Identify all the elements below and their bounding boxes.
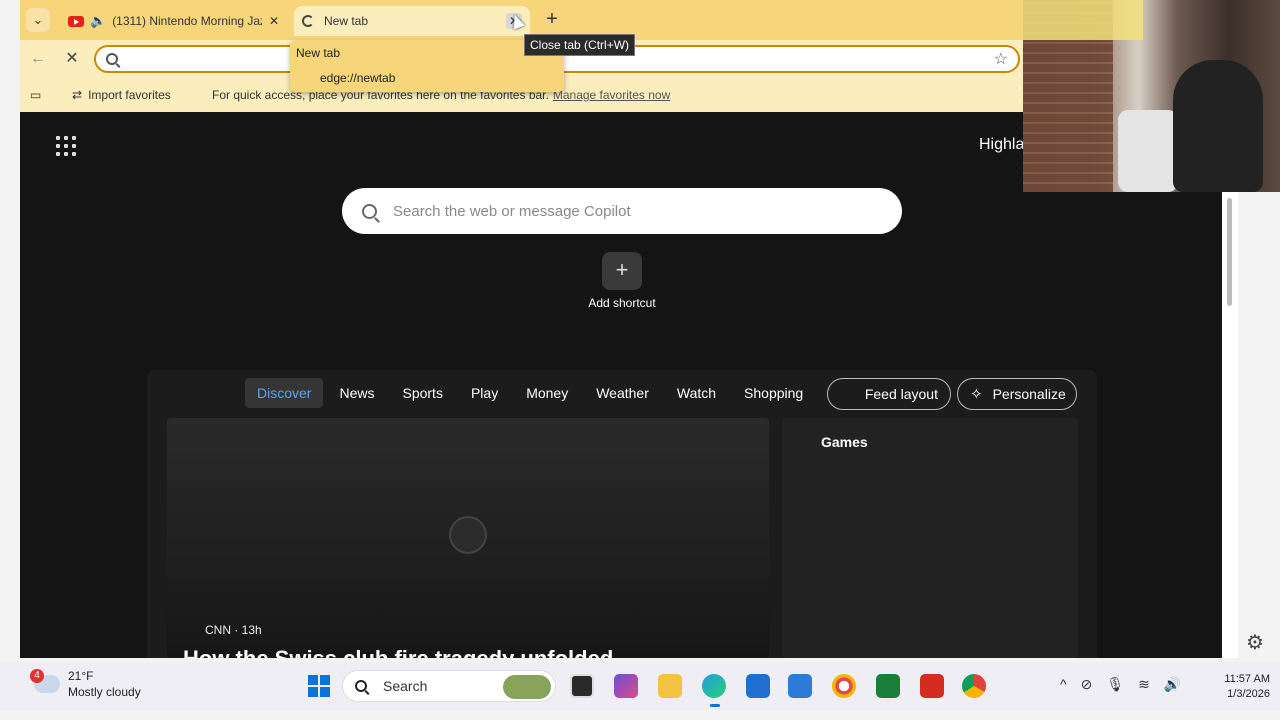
feed-tab-money[interactable]: Money <box>514 378 580 408</box>
personalize-label: Personalize <box>992 386 1066 402</box>
page-settings-gear-icon[interactable]: ⚙ <box>1246 630 1264 655</box>
clock-time: 11:57 AM <box>1224 673 1270 685</box>
paint-icon[interactable] <box>832 674 856 698</box>
hover-card-title: New tab <box>296 46 341 60</box>
loading-spinner-icon <box>302 15 314 27</box>
feed-tab-discover[interactable]: Discover <box>245 378 324 408</box>
search-icon <box>362 203 377 219</box>
profile-name[interactable]: Highla <box>979 136 1024 154</box>
scrollbar-thumb[interactable] <box>1227 198 1232 306</box>
import-favorites-button[interactable]: ⇄ Import favorites <box>72 88 171 102</box>
page-scrollbar[interactable] <box>1222 192 1238 658</box>
close-tab-icon[interactable]: ✕ <box>266 13 282 29</box>
web-search-input[interactable] <box>393 202 882 220</box>
feed-tab-weather[interactable]: Weather <box>584 378 661 408</box>
microsoft-store-icon[interactable] <box>746 674 770 698</box>
tab-youtube[interactable]: 🔈 (1311) Nintendo Morning Jazz ✕ <box>60 6 290 36</box>
personalize-icon: ✧ <box>970 386 983 403</box>
games-card[interactable]: Games <box>782 418 1078 658</box>
system-tray: ^ ⊘ 🎙 ≋ 🔊 <box>1060 676 1181 693</box>
games-title: Games <box>821 434 868 450</box>
web-search-box[interactable] <box>342 188 902 234</box>
tab-actions-menu-button[interactable]: ⌄ <box>26 8 50 32</box>
plus-icon: + <box>602 252 642 290</box>
cloud-icon: 4 <box>30 669 60 693</box>
personalize-button[interactable]: ✧ Personalize <box>957 378 1077 410</box>
onedrive-offline-icon[interactable]: ⊘ <box>1081 676 1093 693</box>
speaker-icon[interactable]: 🔈 <box>90 13 106 29</box>
edge-browser-icon[interactable] <box>702 674 726 707</box>
manage-favorites-link[interactable]: Manage favorites now <box>553 88 670 102</box>
file-explorer-icon[interactable] <box>658 674 682 698</box>
article-headline[interactable]: How the Swiss club fire tragedy unfolded <box>183 646 613 658</box>
tab-title: (1311) Nintendo Morning Jazz <box>112 14 262 28</box>
app-launcher-icon[interactable] <box>56 136 76 156</box>
feed-layout-button[interactable]: Feed layout <box>827 378 951 410</box>
windows-taskbar: 4 21°F Mostly cloudy Search ^ ⊘ 🎙 ≋ 🔊 11… <box>0 662 1280 710</box>
clock-date: 1/3/2026 <box>1227 688 1270 700</box>
weather-condition: Mostly cloudy <box>68 685 141 699</box>
back-button[interactable]: ← <box>28 49 48 69</box>
article-source: CNN · 13h <box>205 623 262 637</box>
microsoft-365-icon[interactable] <box>614 674 638 698</box>
tab-hover-card: New tab edge://newtab <box>290 40 564 92</box>
new-tab-page: Highla + Add shortcut Discover News Spor… <box>20 112 1222 658</box>
loading-spinner-icon <box>449 516 487 554</box>
close-tab-tooltip: Close tab (Ctrl+W) <box>524 34 636 56</box>
search-icon <box>355 680 367 692</box>
search-highlight-icon <box>503 675 551 699</box>
add-shortcut-button[interactable]: + Add shortcut <box>582 252 662 310</box>
volume-icon[interactable]: 🔊 <box>1164 676 1181 693</box>
feed-layout-label: Feed layout <box>864 386 938 402</box>
xbox-app-icon[interactable] <box>876 674 900 698</box>
favorite-star-icon[interactable]: ☆ <box>994 49 1008 69</box>
task-view-icon[interactable] <box>570 674 594 698</box>
show-hidden-icons-icon[interactable]: ^ <box>1060 676 1067 693</box>
weather-temperature: 21°F <box>68 669 94 683</box>
feed-tabs: Discover News Sports Play Money Weather … <box>245 378 815 408</box>
stop-loading-button[interactable]: ✕ <box>62 49 82 69</box>
acrobat-icon[interactable] <box>920 674 944 698</box>
webcam-overlay <box>1023 0 1280 192</box>
weather-widget[interactable]: 4 21°F Mostly cloudy <box>30 668 141 700</box>
tab-new-tab[interactable]: New tab ✕ <box>294 6 530 36</box>
outlook-icon[interactable] <box>788 674 812 698</box>
system-clock[interactable]: 11:57 AM 1/3/2026 <box>1200 672 1270 702</box>
feed-tab-watch[interactable]: Watch <box>665 378 728 408</box>
feed-tab-play[interactable]: Play <box>459 378 510 408</box>
notification-badge: 4 <box>30 669 44 683</box>
microphone-icon[interactable]: 🎙 <box>1106 676 1124 693</box>
import-favorites-label: Import favorites <box>88 88 171 102</box>
tab-title: New tab <box>324 14 369 28</box>
feed-tab-news[interactable]: News <box>327 378 386 408</box>
news-feed: Discover News Sports Play Money Weather … <box>147 370 1097 658</box>
wifi-icon[interactable]: ≋ <box>1138 676 1150 693</box>
favorites-menu-icon[interactable]: ▭ <box>30 88 41 102</box>
youtube-icon <box>68 15 84 27</box>
hover-card-url: edge://newtab <box>320 71 396 85</box>
feed-tab-shopping[interactable]: Shopping <box>732 378 815 408</box>
taskbar-search-label: Search <box>383 678 428 694</box>
windows-start-icon[interactable] <box>308 675 330 697</box>
hero-article-card[interactable]: CNN · 13h How the Swiss club fire traged… <box>167 418 769 658</box>
import-icon: ⇄ <box>72 88 83 102</box>
new-tab-button[interactable]: + <box>540 8 564 32</box>
search-icon <box>106 53 118 65</box>
add-shortcut-label: Add shortcut <box>588 296 656 310</box>
feed-tab-sports[interactable]: Sports <box>390 378 454 408</box>
taskbar-search[interactable]: Search <box>342 670 556 702</box>
chrome-icon[interactable] <box>962 674 986 698</box>
